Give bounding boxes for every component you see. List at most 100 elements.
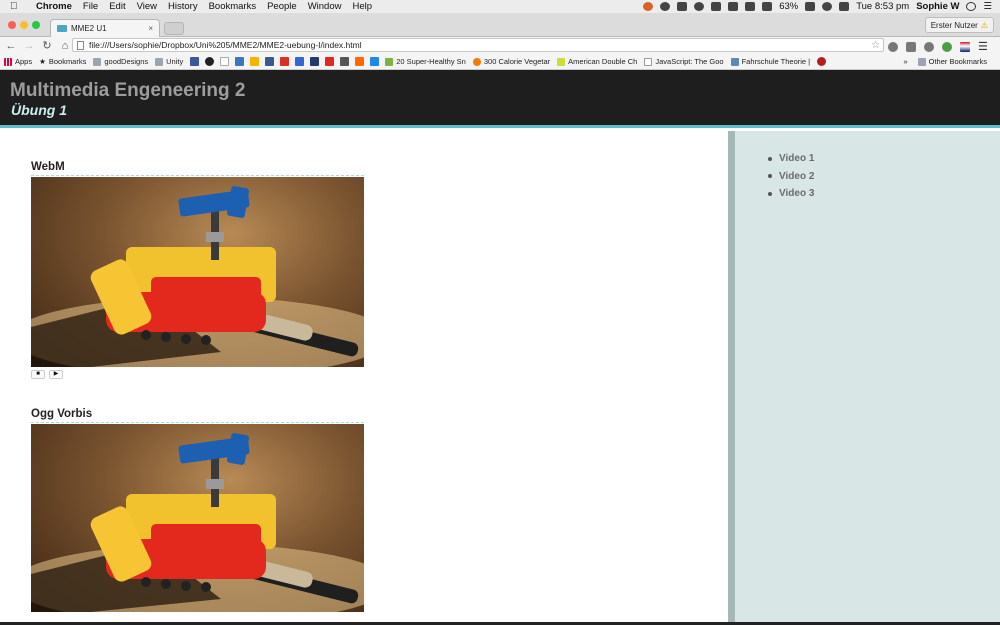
status-area: 63% Tue 8:53 pm Sophie W ☰: [643, 1, 1000, 12]
video-player-ogg[interactable]: [31, 424, 364, 612]
site-title: Multimedia Engeneering 2: [10, 80, 246, 101]
bookmark-blue-icon[interactable]: [370, 57, 380, 66]
bookmark-healthy[interactable]: 20 Super-Healthy Sn: [385, 57, 466, 66]
tab-favicon-icon: [57, 25, 67, 32]
amazon-icon: [644, 57, 653, 66]
bookmark-other[interactable]: Other Bookmarks: [917, 57, 987, 66]
menu-history[interactable]: History: [168, 1, 198, 12]
menu-people[interactable]: People: [267, 1, 297, 12]
star-icon: ★: [39, 57, 46, 66]
bookmark-calorie[interactable]: 300 Calorie Vegetar: [472, 57, 550, 66]
tab-close-icon[interactable]: ×: [148, 24, 153, 33]
bookmark-unity[interactable]: Unity: [155, 57, 183, 66]
menu-file[interactable]: File: [83, 1, 98, 12]
bookmarks-overflow-icon[interactable]: »: [903, 57, 907, 66]
back-icon[interactable]: ←: [4, 40, 18, 52]
stop-button[interactable]: ■: [31, 370, 45, 379]
notification-center-icon[interactable]: ☰: [983, 1, 992, 12]
bookmark-american[interactable]: American Double Ch: [557, 57, 637, 66]
extension-arrow-icon[interactable]: [942, 41, 952, 52]
bookmark-gooddesigns[interactable]: goodDesigns: [93, 57, 148, 66]
browser-toolbar: ← → ↻ ⌂ file:///Users/sophie/Dropbox/Uni…: [0, 37, 1000, 54]
menu-help[interactable]: Help: [352, 1, 372, 12]
extension-lock-icon[interactable]: [906, 41, 916, 52]
close-window-icon[interactable]: [8, 21, 16, 29]
apps-grid-icon: [4, 57, 12, 66]
bluetooth-icon[interactable]: [762, 2, 773, 11]
bookmark-face-icon[interactable]: [340, 57, 350, 66]
forward-icon[interactable]: →: [22, 40, 36, 52]
extension-icons: ☰: [888, 40, 988, 53]
fahrschule-icon: [730, 57, 739, 66]
sync-status-icon[interactable]: [660, 2, 671, 11]
video-heading: Ogg Vorbis: [31, 408, 364, 423]
gmail-icon[interactable]: [280, 57, 290, 66]
bookmark-green-icon: [557, 57, 566, 66]
apple-menu-icon[interactable]: : [10, 1, 24, 12]
minimize-window-icon[interactable]: [20, 21, 28, 29]
display-icon[interactable]: [728, 2, 739, 11]
p-icon: [385, 57, 394, 66]
uk-flag-icon[interactable]: [960, 41, 970, 52]
play-button[interactable]: ▶: [49, 370, 63, 379]
bookmark-javascript[interactable]: JavaScript: The Goo: [644, 57, 724, 66]
google-icon[interactable]: [220, 57, 230, 66]
lego-robot-frame: [31, 186, 364, 367]
bookmark-bookmarks[interactable]: ★ Bookmarks: [39, 57, 86, 66]
profile-label: Erster Nutzer: [930, 20, 978, 30]
folder-icon: [917, 57, 926, 66]
volume-icon[interactable]: [839, 2, 850, 11]
bookmark-slash-icon[interactable]: [310, 57, 320, 66]
menu-bookmarks[interactable]: Bookmarks: [209, 1, 257, 12]
heart-icon[interactable]: [817, 57, 827, 66]
reload-icon[interactable]: ↻: [40, 39, 54, 52]
bookmark-apps[interactable]: Apps: [4, 57, 32, 66]
bookmark-fahrschule[interactable]: Fahrschule Theorie |: [730, 57, 810, 66]
app-status-icon[interactable]: [643, 2, 654, 11]
youtube-icon[interactable]: [325, 57, 335, 66]
menu-window[interactable]: Window: [308, 1, 342, 12]
video-controls: ■ ▶: [31, 370, 364, 379]
bookmark-h-icon[interactable]: [265, 57, 275, 66]
drive-icon[interactable]: [250, 57, 260, 66]
page-icon: [77, 40, 84, 50]
sidebar-item-video-3[interactable]: Video 3: [768, 185, 1000, 203]
profile-button[interactable]: Erster Nutzer ⚠: [924, 17, 994, 33]
github-icon[interactable]: [205, 57, 215, 66]
sidebar-item-video-1[interactable]: Video 1: [768, 150, 1000, 168]
chrome-menu-icon[interactable]: ☰: [978, 40, 988, 53]
address-bar[interactable]: file:///Users/sophie/Dropbox/Uni%205/MME…: [72, 38, 884, 52]
clock[interactable]: Tue 8:53 pm: [856, 1, 909, 12]
sidebar-item-video-2[interactable]: Video 2: [768, 168, 1000, 186]
video-heading: WebM: [31, 161, 364, 176]
hat-icon[interactable]: [694, 2, 705, 11]
url-text[interactable]: file:///Users/sophie/Dropbox/Uni%205/MME…: [89, 40, 362, 50]
video-player-webm[interactable]: [31, 177, 364, 367]
zoom-window-icon[interactable]: [32, 21, 40, 29]
spotlight-icon[interactable]: [966, 2, 977, 11]
glasses-icon[interactable]: [677, 2, 688, 11]
bullet-icon: [768, 174, 772, 179]
cloud-icon[interactable]: [711, 2, 722, 11]
new-tab-button[interactable]: [164, 22, 184, 35]
menu-view[interactable]: View: [137, 1, 157, 12]
menu-edit[interactable]: Edit: [109, 1, 125, 12]
menu-app-chrome[interactable]: Chrome: [36, 1, 72, 12]
bookmarks-bar: Apps ★ Bookmarks goodDesigns Unity 20 Sup…: [0, 54, 1000, 70]
bookmark-star-icon[interactable]: ☆: [871, 40, 880, 51]
calendar-icon[interactable]: [295, 57, 305, 66]
wifi-icon[interactable]: [822, 2, 833, 11]
settings-gear-icon[interactable]: [924, 41, 934, 52]
extension-circle-icon[interactable]: [888, 41, 898, 52]
home-icon[interactable]: ⌂: [58, 40, 72, 52]
user-name[interactable]: Sophie W: [916, 1, 959, 12]
tab-strip: MME2 U1 × Erster Nutzer ⚠: [0, 13, 1000, 37]
python-icon[interactable]: [235, 57, 245, 66]
bookmark-orange-icon[interactable]: [355, 57, 365, 66]
battery-icon[interactable]: [805, 2, 816, 11]
battery-percent: 63%: [779, 1, 799, 12]
timemachine-icon[interactable]: [745, 2, 756, 11]
video-section-webm: WebM ■ ▶: [31, 161, 364, 379]
facebook-icon[interactable]: [190, 57, 200, 66]
tab-mme2-u1[interactable]: MME2 U1 ×: [50, 19, 160, 37]
